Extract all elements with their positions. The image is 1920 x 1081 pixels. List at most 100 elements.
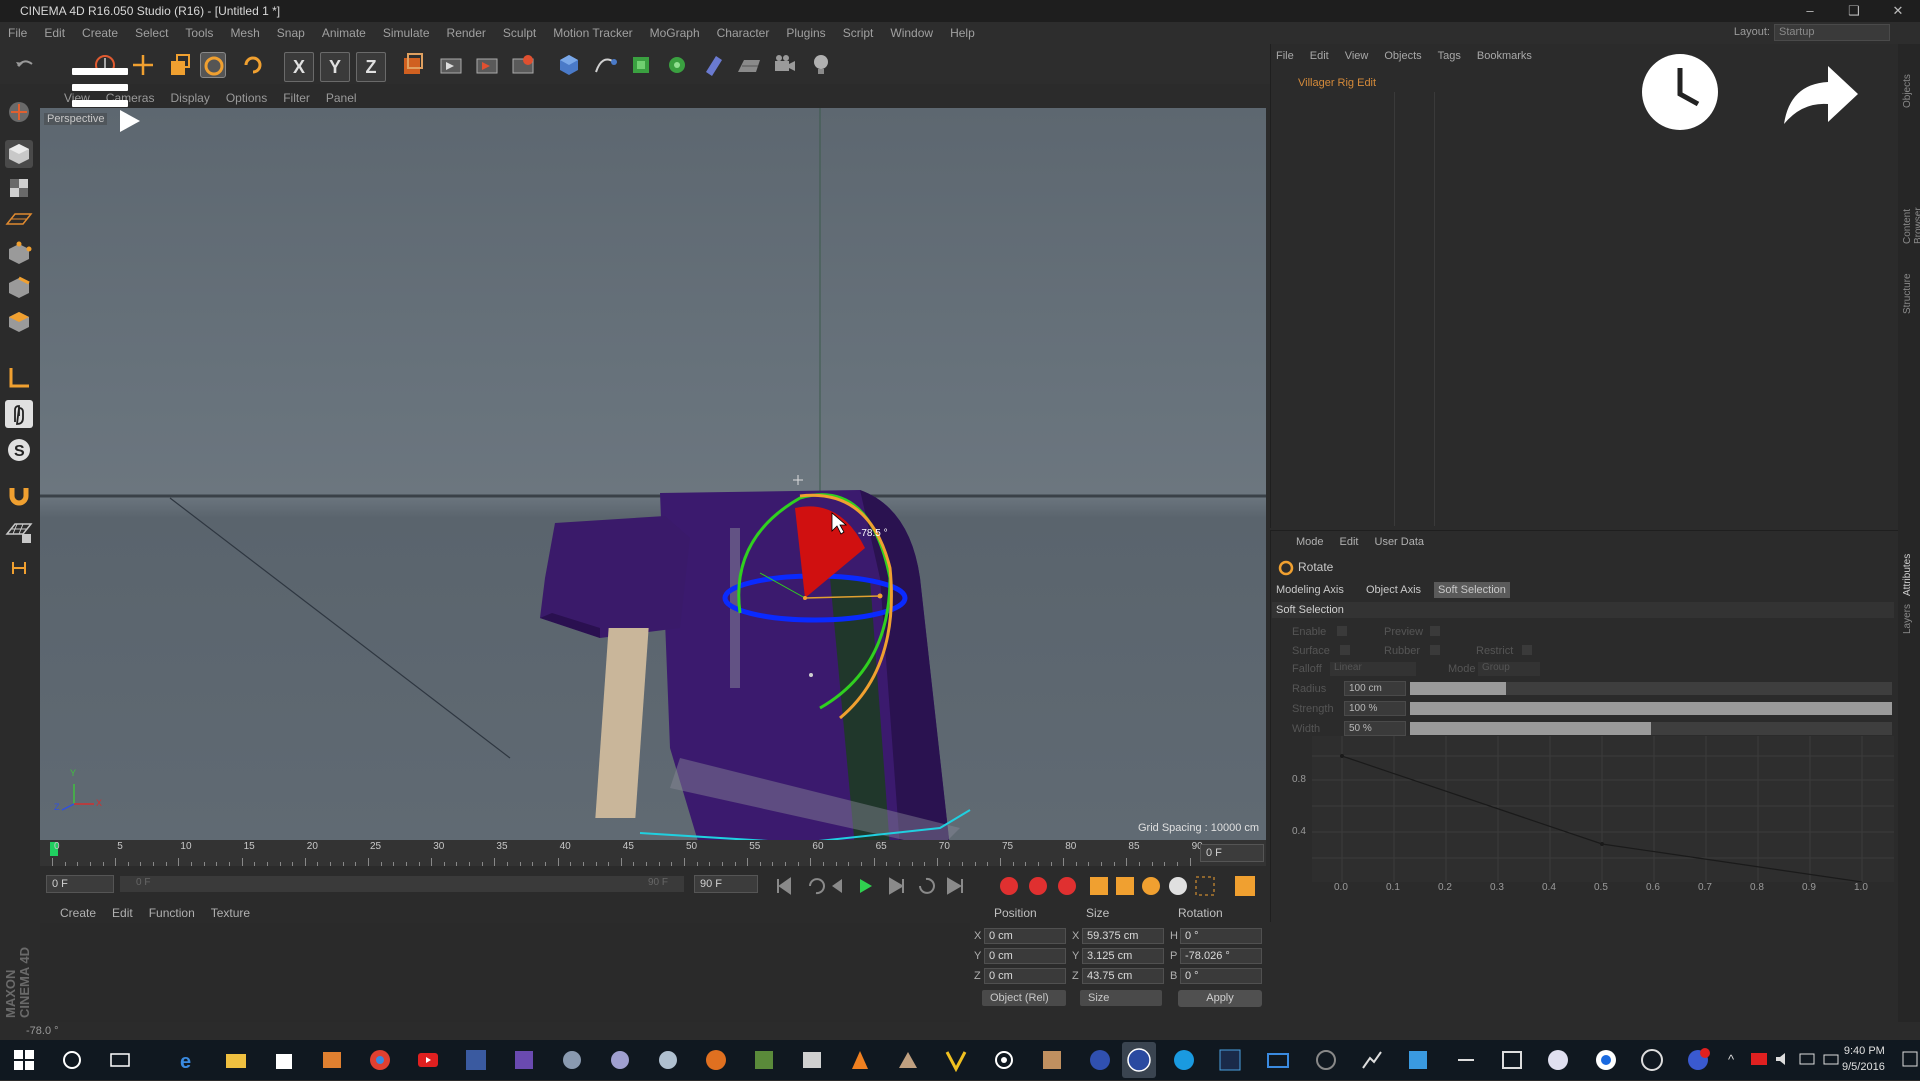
- position-y-field[interactable]: 0 cm: [984, 948, 1066, 964]
- app-icon[interactable]: [1594, 1048, 1618, 1072]
- radius-slider-track[interactable]: [1410, 682, 1892, 695]
- viewport-menu-filter[interactable]: Filter: [283, 91, 310, 105]
- obj-menu-file[interactable]: File: [1276, 50, 1294, 62]
- file-explorer-icon[interactable]: [224, 1048, 248, 1072]
- firefox-icon[interactable]: [704, 1048, 728, 1072]
- keyboard-icon[interactable]: [1822, 1050, 1840, 1071]
- obj-menu-edit[interactable]: Edit: [1310, 50, 1329, 62]
- side-tab-attributes[interactable]: Attributes: [1902, 554, 1913, 596]
- youtube-icon[interactable]: [416, 1048, 440, 1072]
- app-icon[interactable]: [1040, 1048, 1064, 1072]
- mode-select[interactable]: Group: [1478, 662, 1540, 676]
- menu-window[interactable]: Window: [890, 26, 933, 40]
- points-mode-icon[interactable]: [5, 240, 33, 268]
- app-icon[interactable]: [1454, 1048, 1478, 1072]
- layout-select[interactable]: Startup: [1774, 24, 1890, 41]
- windows-start-icon[interactable]: [12, 1048, 36, 1072]
- model-mode-icon[interactable]: [5, 140, 33, 168]
- render-settings-icon[interactable]: [510, 52, 536, 78]
- watch-later-icon[interactable]: [1640, 52, 1720, 132]
- position-z-field[interactable]: 0 cm: [984, 968, 1066, 984]
- width-field[interactable]: 50 %: [1344, 721, 1406, 736]
- minecraft-icon[interactable]: [752, 1048, 776, 1072]
- snap-s-icon[interactable]: S: [5, 436, 33, 464]
- store-icon[interactable]: [272, 1048, 296, 1072]
- lock-workplane-icon[interactable]: [5, 554, 33, 582]
- app-icon[interactable]: [608, 1048, 632, 1072]
- current-frame-field[interactable]: 0 F: [1200, 844, 1264, 862]
- falloff-graph[interactable]: [1312, 736, 1894, 883]
- vectorworks-icon[interactable]: [944, 1048, 968, 1073]
- rotation-h-field[interactable]: 0 °: [1180, 928, 1262, 944]
- tab-object-axis[interactable]: Object Axis: [1362, 582, 1425, 598]
- menu-edit[interactable]: Edit: [44, 26, 65, 40]
- apply-button[interactable]: Apply: [1178, 990, 1262, 1007]
- menu-simulate[interactable]: Simulate: [383, 26, 430, 40]
- side-tab-content-browser[interactable]: Content Browser: [1902, 207, 1920, 244]
- recent-tools-icon[interactable]: [240, 52, 266, 78]
- close-button[interactable]: ✕: [1876, 0, 1920, 22]
- facebook-icon[interactable]: [464, 1048, 488, 1072]
- maximize-button[interactable]: ❑: [1832, 0, 1876, 22]
- x-axis-lock-button[interactable]: X: [284, 52, 314, 82]
- menu-mograph[interactable]: MoGraph: [650, 26, 700, 40]
- cube-icon[interactable]: [556, 52, 582, 78]
- mail-icon[interactable]: [1266, 1048, 1290, 1072]
- viewport-menu-display[interactable]: Display: [170, 91, 209, 105]
- app-icon[interactable]: [800, 1048, 824, 1072]
- range-slider[interactable]: 0 F 90 F: [120, 876, 684, 892]
- tab-soft-selection[interactable]: Soft Selection: [1434, 582, 1510, 598]
- scale-icon[interactable]: [166, 52, 192, 78]
- menu-mesh[interactable]: Mesh: [230, 26, 259, 40]
- menu-create[interactable]: Create: [82, 26, 118, 40]
- object-name[interactable]: Villager Rig Edit: [1298, 77, 1376, 89]
- taskbar-clock[interactable]: 9:40 PM 9/5/2016: [1842, 1043, 1885, 1075]
- app-icon[interactable]: [560, 1048, 584, 1072]
- app-icon[interactable]: [1360, 1048, 1384, 1072]
- menu-tools[interactable]: Tools: [185, 26, 213, 40]
- material-menu-function[interactable]: Function: [149, 906, 195, 920]
- material-manager-area[interactable]: [40, 923, 970, 1023]
- y-axis-lock-button[interactable]: Y: [320, 52, 350, 82]
- attr-menu-edit[interactable]: Edit: [1340, 536, 1359, 548]
- light-icon[interactable]: [808, 52, 834, 78]
- camera-icon[interactable]: [772, 52, 798, 78]
- polygons-mode-icon[interactable]: [5, 308, 33, 336]
- menu-motion-tracker[interactable]: Motion Tracker: [553, 26, 632, 40]
- obj-menu-view[interactable]: View: [1345, 50, 1369, 62]
- rotation-p-field[interactable]: -78.026 °: [1180, 948, 1262, 964]
- material-menu-create[interactable]: Create: [60, 906, 96, 920]
- menu-help[interactable]: Help: [950, 26, 975, 40]
- enable-axis-icon[interactable]: [5, 364, 33, 392]
- coordinate-mode-select[interactable]: Object (Rel): [982, 990, 1066, 1006]
- menu-render[interactable]: Render: [447, 26, 486, 40]
- network-icon[interactable]: [1798, 1050, 1816, 1071]
- rubber-checkbox[interactable]: [1430, 645, 1440, 655]
- workplane-lock-icon[interactable]: [5, 518, 33, 546]
- side-tab-layers[interactable]: Layers: [1902, 604, 1913, 634]
- menu-script[interactable]: Script: [843, 26, 874, 40]
- falloff-select[interactable]: Linear: [1330, 662, 1416, 676]
- side-tab-structure[interactable]: Structure: [1902, 273, 1913, 314]
- obj-menu-objects[interactable]: Objects: [1384, 50, 1421, 62]
- notifications-icon[interactable]: [1902, 1050, 1918, 1071]
- radius-field[interactable]: 100 cm: [1344, 681, 1406, 696]
- z-axis-lock-button[interactable]: Z: [356, 52, 386, 82]
- app-icon[interactable]: [1640, 1048, 1664, 1072]
- app-icon[interactable]: [1500, 1048, 1524, 1072]
- size-mode-select[interactable]: Size: [1080, 990, 1162, 1006]
- magnet-icon[interactable]: [5, 480, 33, 508]
- app-icon[interactable]: [656, 1048, 680, 1072]
- menu-select[interactable]: Select: [135, 26, 168, 40]
- side-tab-objects[interactable]: Objects: [1902, 74, 1913, 108]
- material-menu-edit[interactable]: Edit: [112, 906, 133, 920]
- gmail-tray-icon[interactable]: [1750, 1050, 1768, 1071]
- workplane-icon[interactable]: [5, 206, 33, 234]
- attr-menu-mode[interactable]: Mode: [1296, 536, 1324, 548]
- preview-checkbox[interactable]: [1430, 626, 1440, 636]
- width-slider-track[interactable]: [1410, 722, 1892, 735]
- obj-menu-tags[interactable]: Tags: [1438, 50, 1461, 62]
- menu-sculpt[interactable]: Sculpt: [503, 26, 536, 40]
- cloner-icon[interactable]: [664, 52, 690, 78]
- subdivision-surface-icon[interactable]: [628, 52, 654, 78]
